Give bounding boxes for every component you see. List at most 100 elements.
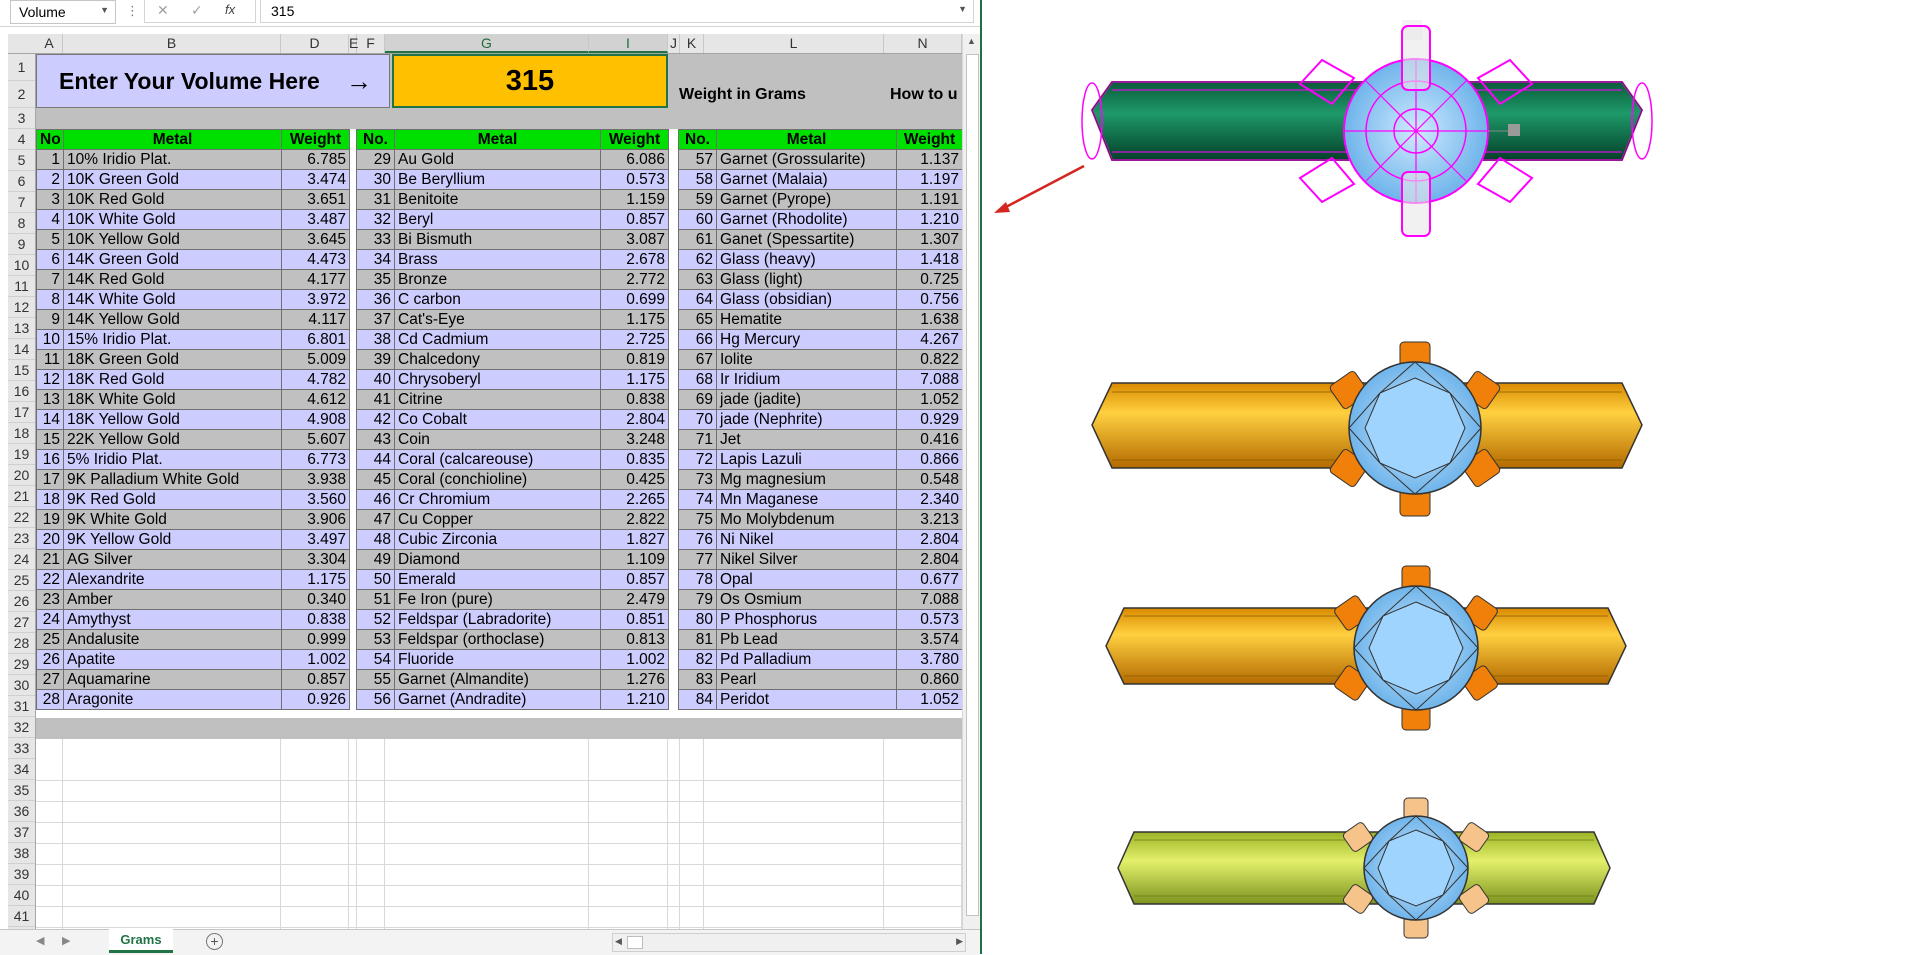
weight-value[interactable]: 3.474 xyxy=(281,169,350,190)
weight-value[interactable]: 1.002 xyxy=(281,649,350,670)
weight-value[interactable]: 0.425 xyxy=(600,469,669,490)
weight-value[interactable]: 0.857 xyxy=(281,669,350,690)
row-header[interactable]: 1 xyxy=(8,54,35,81)
weight-value[interactable]: 2.678 xyxy=(600,249,669,270)
metal-name[interactable]: jade (Nephrite) xyxy=(716,409,897,430)
metal-name[interactable]: Cat's-Eye xyxy=(394,309,601,330)
weight-value[interactable]: 4.782 xyxy=(281,369,350,390)
metal-name[interactable]: Bronze xyxy=(394,269,601,290)
metal-name[interactable]: 10K Yellow Gold xyxy=(63,229,282,250)
weight-value[interactable]: 0.866 xyxy=(896,449,962,470)
row-number[interactable]: 66 xyxy=(678,329,717,350)
weight-value[interactable]: 6.086 xyxy=(600,149,669,170)
row-number[interactable]: 52 xyxy=(356,609,395,630)
row-header[interactable]: 34 xyxy=(8,759,35,780)
metal-name[interactable]: Apatite xyxy=(63,649,282,670)
name-box[interactable]: Volume ▼ xyxy=(10,0,116,24)
weight-value[interactable]: 2.804 xyxy=(600,409,669,430)
metal-name[interactable]: 22K Yellow Gold xyxy=(63,429,282,450)
worksheet-grid[interactable]: Enter Your Volume Here → 315 Weight in G… xyxy=(36,54,962,929)
prev-sheet-icon[interactable]: ◀ xyxy=(36,934,44,947)
row-number[interactable]: 25 xyxy=(36,629,64,650)
row-number[interactable]: 20 xyxy=(36,529,64,550)
weight-value[interactable]: 1.175 xyxy=(600,369,669,390)
row-number[interactable]: 47 xyxy=(356,509,395,530)
metal-name[interactable]: 9K White Gold xyxy=(63,509,282,530)
weight-value[interactable]: 4.908 xyxy=(281,409,350,430)
weight-value[interactable]: 2.804 xyxy=(896,549,962,570)
weight-value[interactable]: 0.756 xyxy=(896,289,962,310)
row-number[interactable]: 78 xyxy=(678,569,717,590)
row-number[interactable]: 79 xyxy=(678,589,717,610)
metal-name[interactable]: Amber xyxy=(63,589,282,610)
row-number[interactable]: 59 xyxy=(678,189,717,210)
row-header[interactable]: 20 xyxy=(8,465,35,486)
weight-value[interactable]: 0.813 xyxy=(600,629,669,650)
weight-value[interactable]: 2.725 xyxy=(600,329,669,350)
row-header[interactable]: 40 xyxy=(8,885,35,906)
metal-name[interactable]: Pearl xyxy=(716,669,897,690)
weight-value[interactable]: 4.117 xyxy=(281,309,350,330)
row-number[interactable]: 22 xyxy=(36,569,64,590)
row-header[interactable]: 39 xyxy=(8,864,35,885)
weight-value[interactable]: 1.109 xyxy=(600,549,669,570)
row-number[interactable]: 80 xyxy=(678,609,717,630)
row-number[interactable]: 38 xyxy=(356,329,395,350)
row-number[interactable]: 46 xyxy=(356,489,395,510)
weight-value[interactable]: 0.926 xyxy=(281,689,350,710)
row-number[interactable]: 14 xyxy=(36,409,64,430)
row-number[interactable]: 26 xyxy=(36,649,64,670)
row-number[interactable]: 33 xyxy=(356,229,395,250)
metal-name[interactable]: Glass (obsidian) xyxy=(716,289,897,310)
metal-name[interactable]: 18K Green Gold xyxy=(63,349,282,370)
weight-value[interactable]: 1.002 xyxy=(600,649,669,670)
horizontal-scroll-thumb[interactable] xyxy=(627,936,643,949)
weight-value[interactable]: 2.479 xyxy=(600,589,669,610)
row-number[interactable]: 57 xyxy=(678,149,717,170)
metal-name[interactable]: 14K White Gold xyxy=(63,289,282,310)
column-header-j[interactable]: J xyxy=(668,34,680,53)
row-header[interactable]: 27 xyxy=(8,612,35,633)
metal-name[interactable]: Chalcedony xyxy=(394,349,601,370)
weight-value[interactable]: 3.938 xyxy=(281,469,350,490)
weight-value[interactable]: 3.574 xyxy=(896,629,962,650)
metal-name[interactable]: Aragonite xyxy=(63,689,282,710)
row-header[interactable]: 38 xyxy=(8,843,35,864)
weight-value[interactable]: 1.175 xyxy=(600,309,669,330)
weight-value[interactable]: 5.009 xyxy=(281,349,350,370)
column-header-d[interactable]: D xyxy=(281,34,349,53)
enter-icon[interactable]: ✓ xyxy=(191,2,203,19)
row-header[interactable]: 3 xyxy=(8,108,35,129)
row-number[interactable]: 64 xyxy=(678,289,717,310)
row-header[interactable]: 33 xyxy=(8,738,35,759)
weight-value[interactable]: 2.804 xyxy=(896,529,962,550)
row-header[interactable]: 21 xyxy=(8,486,35,507)
weight-value[interactable]: 0.699 xyxy=(600,289,669,310)
weight-value[interactable]: 0.838 xyxy=(600,389,669,410)
weight-value[interactable]: 3.304 xyxy=(281,549,350,570)
metal-name[interactable]: 9K Yellow Gold xyxy=(63,529,282,550)
row-header[interactable]: 11 xyxy=(8,276,35,297)
metal-name[interactable]: Coral (conchioline) xyxy=(394,469,601,490)
weight-value[interactable]: 0.573 xyxy=(600,169,669,190)
weight-value[interactable]: 4.612 xyxy=(281,389,350,410)
row-header[interactable]: 23 xyxy=(8,528,35,549)
row-header[interactable]: 26 xyxy=(8,591,35,612)
row-number[interactable]: 11 xyxy=(36,349,64,370)
row-number[interactable]: 3 xyxy=(36,189,64,210)
expand-formula-icon[interactable]: ▼ xyxy=(958,4,967,14)
metal-name[interactable]: P Phosphorus xyxy=(716,609,897,630)
metal-name[interactable]: Garnet (Malaia) xyxy=(716,169,897,190)
metal-name[interactable]: Hematite xyxy=(716,309,897,330)
metal-name[interactable]: Andalusite xyxy=(63,629,282,650)
horizontal-scrollbar[interactable]: ◀ ▶ xyxy=(612,933,966,952)
weight-value[interactable]: 0.819 xyxy=(600,349,669,370)
column-header-i[interactable]: I xyxy=(589,34,668,53)
row-header[interactable]: 19 xyxy=(8,444,35,465)
row-header[interactable]: 29 xyxy=(8,654,35,675)
weight-value[interactable]: 3.972 xyxy=(281,289,350,310)
metal-name[interactable]: Opal xyxy=(716,569,897,590)
weight-value[interactable]: 3.213 xyxy=(896,509,962,530)
weight-value[interactable]: 0.677 xyxy=(896,569,962,590)
weight-value[interactable]: 2.822 xyxy=(600,509,669,530)
